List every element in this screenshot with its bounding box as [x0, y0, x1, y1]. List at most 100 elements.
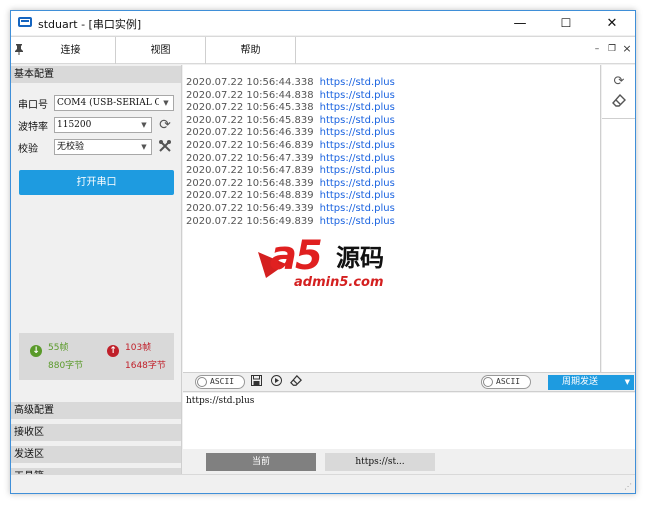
- save-icon-svg: [250, 375, 262, 386]
- log-timestamp: 2020.07.22 10:56:45.839: [186, 114, 314, 126]
- play-icon[interactable]: [269, 375, 283, 389]
- maximize-button[interactable]: ☐: [543, 11, 589, 35]
- section-advanced-config[interactable]: 高级配置: [11, 402, 181, 419]
- save-icon[interactable]: [249, 375, 263, 389]
- log-timestamp: 2020.07.22 10:56:46.339: [186, 127, 314, 139]
- log-timestamp: 2020.07.22 10:56:45.338: [186, 102, 314, 114]
- pin-icon[interactable]: [12, 43, 26, 57]
- log-message: https://std.plus: [319, 203, 395, 214]
- log-timestamp: 2020.07.22 10:56:49.339: [186, 203, 314, 214]
- close-button[interactable]: ✕: [589, 11, 635, 35]
- config-panel: 基本配置 串口号 COM4 (USB-SERIAL CH ▼ 波特率 11520…: [11, 65, 182, 493]
- send-input-text: https://std.plus: [186, 396, 255, 406]
- chevron-down-icon: ▼: [137, 118, 151, 132]
- receive-log[interactable]: 2020.07.22 10:56:44.338 https://std.plus 2…: [183, 65, 601, 372]
- baud-select[interactable]: 115200 ▼: [54, 117, 152, 133]
- log-line: 2020.07.22 10:56:46.839 https://std.plus: [186, 140, 395, 152]
- log-line: 2020.07.22 10:56:48.839 https://std.plus: [186, 190, 395, 202]
- parity-select[interactable]: 无校验 ▼: [54, 139, 152, 155]
- menu-bar: 连接 视图 帮助 – ❐ ×: [11, 36, 635, 64]
- cycle-send-button[interactable]: 周期发送 ▼: [548, 375, 634, 390]
- log-message: https://std.plus: [319, 215, 395, 227]
- section-basic-config[interactable]: 基本配置: [11, 66, 181, 83]
- log-message: https://std.plus: [319, 140, 395, 151]
- ascii-label: ASCII: [210, 377, 235, 386]
- mdi-minimize-button[interactable]: –: [590, 42, 604, 56]
- log-line: 2020.07.22 10:56:46.339 https://std.plus: [186, 127, 395, 139]
- log-message: https://std.plus: [319, 165, 395, 177]
- log-timestamp: 2020.07.22 10:56:46.839: [186, 140, 314, 151]
- log-line: 2020.07.22 10:56:45.338 https://std.plus: [186, 102, 395, 114]
- port-select-value: COM4 (USB-SERIAL CH: [57, 98, 170, 108]
- play-icon-svg: [270, 375, 282, 386]
- log-line: 2020.07.22 10:56:49.339 https://std.plus: [186, 203, 395, 215]
- eraser-icon[interactable]: [289, 374, 303, 389]
- section-send[interactable]: 发送区: [11, 446, 181, 463]
- send-toolbar: ASCII ASCII 周期发送 ▼: [183, 372, 635, 392]
- log-message: https://std.plus: [319, 127, 395, 139]
- log-line: 2020.07.22 10:56:47.839 https://std.plus: [186, 165, 395, 177]
- section-receive[interactable]: 接收区: [11, 424, 181, 441]
- tx-frames: 103帧: [125, 343, 152, 353]
- log-timestamp: 2020.07.22 10:56:44.338: [186, 77, 314, 88]
- watermark-brand: a5: [270, 233, 323, 279]
- tx-bytes: 1648字节: [125, 361, 166, 371]
- ascii-toggle-left[interactable]: ASCII: [195, 375, 245, 389]
- log-timestamp: 2020.07.22 10:56:47.839: [186, 165, 314, 177]
- mdi-close-button[interactable]: ×: [620, 42, 634, 56]
- open-port-button[interactable]: 打开串口: [19, 170, 174, 195]
- log-line: 2020.07.22 10:56:48.339 https://std.plus: [186, 178, 395, 190]
- watermark-logo: a5 源码 admin5.com: [256, 234, 411, 294]
- log-message: https://std.plus: [319, 152, 395, 164]
- menu-view[interactable]: 视图: [116, 37, 206, 64]
- refresh-icon[interactable]: ⟳: [611, 74, 627, 90]
- history-current-button[interactable]: 当前: [206, 453, 316, 471]
- cycle-send-label: 周期发送: [562, 377, 599, 387]
- log-timestamp: 2020.07.22 10:56:48.839: [186, 190, 314, 202]
- menu-help[interactable]: 帮助: [206, 37, 296, 64]
- refresh-icon[interactable]: ⟳: [157, 117, 173, 133]
- parity-label: 校验: [18, 144, 38, 155]
- rx-bytes: 880字节: [48, 361, 84, 371]
- ascii-toggle-right[interactable]: ASCII: [481, 375, 531, 389]
- chevron-down-icon[interactable]: ▼: [625, 375, 630, 390]
- history-item-button[interactable]: https://st...: [325, 453, 435, 471]
- baud-label: 波特率: [18, 122, 48, 133]
- chevron-down-icon: ▼: [159, 96, 173, 110]
- port-label: 串口号: [18, 100, 48, 111]
- resize-grip-icon[interactable]: ⋰: [624, 482, 632, 491]
- watermark-site: admin5.com: [294, 275, 384, 290]
- mdi-restore-button[interactable]: ❐: [605, 42, 619, 56]
- log-timestamp: 2020.07.22 10:56:44.838: [186, 89, 314, 101]
- toggle-knob: [483, 377, 493, 387]
- log-message: https://std.plus: [319, 177, 395, 189]
- log-timestamp: 2020.07.22 10:56:49.839: [186, 215, 314, 227]
- history-row: 当前 https://st...: [183, 449, 635, 473]
- send-input[interactable]: https://std.plus: [183, 393, 635, 449]
- port-select[interactable]: COM4 (USB-SERIAL CH ▼: [54, 95, 174, 111]
- traffic-stats: ↓ 55帧 880字节 ↑ 103帧 1648字节: [19, 333, 174, 380]
- watermark-cn: 源码: [336, 244, 384, 272]
- log-message: https://std.plus: [319, 190, 395, 202]
- menu-connect[interactable]: 连接: [26, 37, 116, 64]
- eraser-icon[interactable]: [611, 93, 627, 110]
- eraser-icon-svg: [612, 93, 626, 107]
- log-line: 2020.07.22 10:56:44.338 https://std.plus: [186, 77, 395, 89]
- eraser-icon-svg: [290, 374, 302, 386]
- divider: [602, 118, 635, 119]
- log-message: https://std.plus: [319, 114, 395, 126]
- title-bar: stduart - [串口实例] — ☐ ✕: [11, 11, 635, 35]
- minimize-button[interactable]: —: [497, 11, 543, 35]
- baud-select-value: 115200: [57, 120, 92, 130]
- log-line: 2020.07.22 10:56:44.838 https://std.plus: [186, 90, 395, 102]
- app-window: stduart - [串口实例] — ☐ ✕ 连接 视图 帮助 – ❐ × 基本…: [10, 10, 636, 494]
- arrow-down-circle-icon: ↓: [30, 345, 42, 357]
- parity-select-value: 无校验: [57, 142, 85, 152]
- tools-icon[interactable]: [157, 139, 173, 155]
- rx-frames: 55帧: [48, 343, 69, 353]
- log-line: 2020.07.22 10:56:45.839 https://std.plus: [186, 115, 395, 127]
- window-title: stduart - [串口实例]: [38, 18, 142, 31]
- arrow-up-circle-icon: ↑: [107, 345, 119, 357]
- pin-icon-svg: [15, 44, 23, 55]
- log-timestamp: 2020.07.22 10:56:47.339: [186, 152, 314, 164]
